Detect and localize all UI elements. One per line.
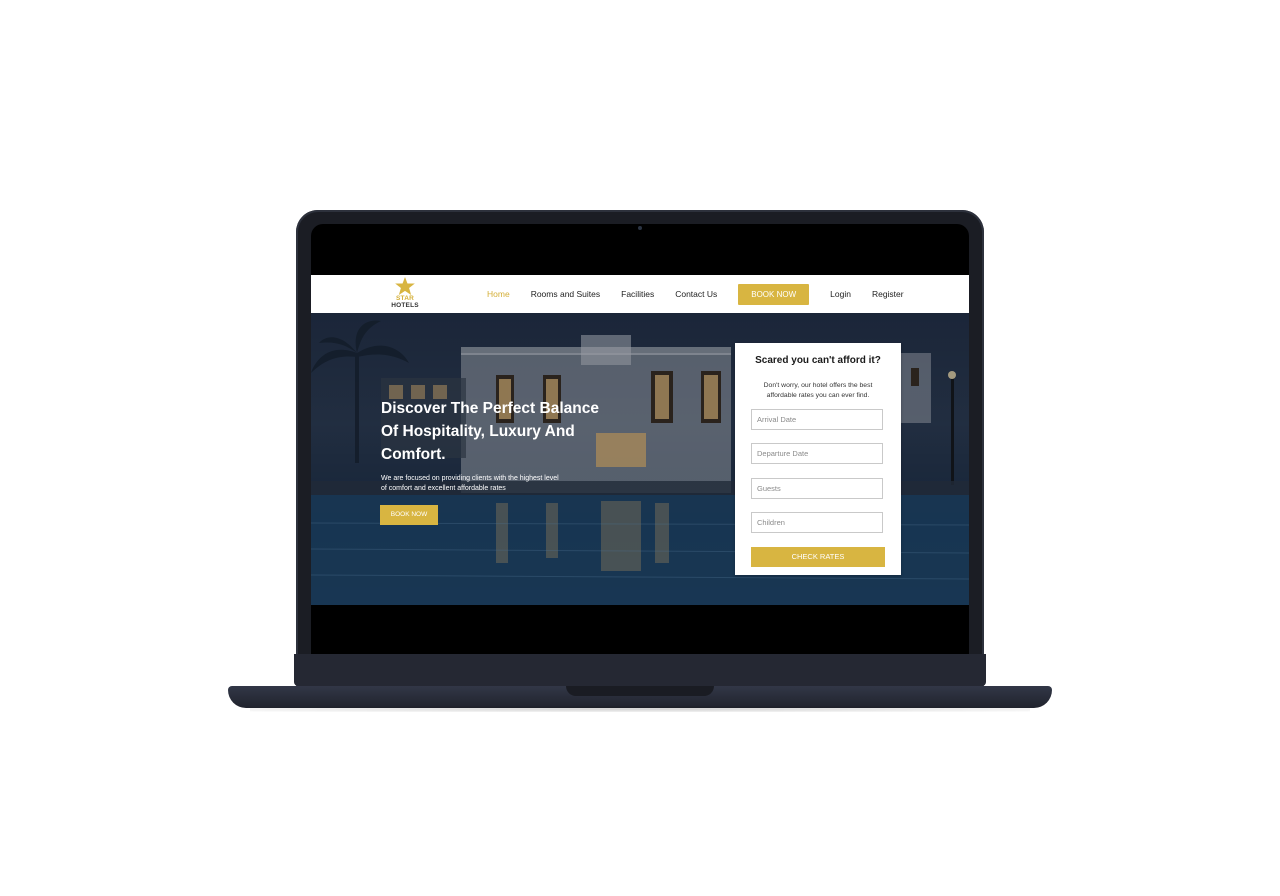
nav-links: Home Rooms and Suites Facilities Contact…	[487, 275, 925, 313]
arrival-date-input[interactable]	[751, 409, 883, 430]
hero-subtitle: We are focused on providing clients with…	[381, 474, 581, 494]
brand-name-primary: STAR	[395, 295, 414, 302]
brand-name-secondary: HOTELS	[391, 302, 419, 309]
camera-icon	[638, 226, 642, 230]
laptop-groove	[566, 686, 714, 696]
card-description: Don't worry, our hotel offers the best a…	[753, 381, 883, 400]
nav-book-now-button[interactable]: BOOK NOW	[738, 283, 810, 305]
laptop-shadow	[250, 706, 1030, 712]
nav-register-link[interactable]: Register	[872, 289, 904, 299]
check-rates-button[interactable]: CHECK RATES	[751, 547, 885, 567]
hero-title-line: Discover The Perfect Balance	[381, 400, 599, 417]
card-description-line: affordable rates you can ever find.	[766, 391, 870, 399]
hero-title-line: Of Hospitality, Luxury And	[381, 423, 575, 440]
hero-subtitle-line: We are focused on providing clients with…	[381, 475, 559, 482]
nav-link-contact-us[interactable]: Contact Us	[675, 289, 717, 299]
hero-title: Discover The Perfect Balance Of Hospital…	[381, 397, 621, 466]
top-navigation: STAR HOTELS Home Rooms and Suites Facili…	[311, 275, 969, 313]
hero-section: Discover The Perfect Balance Of Hospital…	[311, 313, 969, 605]
brand-logo[interactable]: STAR HOTELS	[383, 277, 427, 311]
hero-title-line: Comfort.	[381, 446, 446, 463]
star-icon	[395, 277, 415, 295]
card-description-line: Don't worry, our hotel offers the best	[763, 382, 873, 389]
brand-name: STAR HOTELS	[383, 295, 427, 309]
hero-subtitle-line: of comfort and excellent affordable rate…	[381, 485, 506, 492]
nav-link-rooms-and-suites[interactable]: Rooms and Suites	[531, 289, 600, 299]
card-title: Scared you can't afford it?	[755, 355, 881, 366]
hero-book-now-button[interactable]: BOOK NOW	[380, 505, 438, 525]
guests-input[interactable]	[751, 478, 883, 499]
nav-link-home[interactable]: Home	[487, 289, 510, 299]
children-input[interactable]	[751, 512, 883, 533]
departure-date-input[interactable]	[751, 443, 883, 464]
nav-login-link[interactable]: Login	[830, 289, 851, 299]
check-rates-card: Scared you can't afford it? Don't worry,…	[735, 343, 901, 575]
website: STAR HOTELS Home Rooms and Suites Facili…	[311, 275, 969, 605]
laptop-chin	[294, 654, 986, 686]
nav-link-facilities[interactable]: Facilities	[621, 289, 654, 299]
